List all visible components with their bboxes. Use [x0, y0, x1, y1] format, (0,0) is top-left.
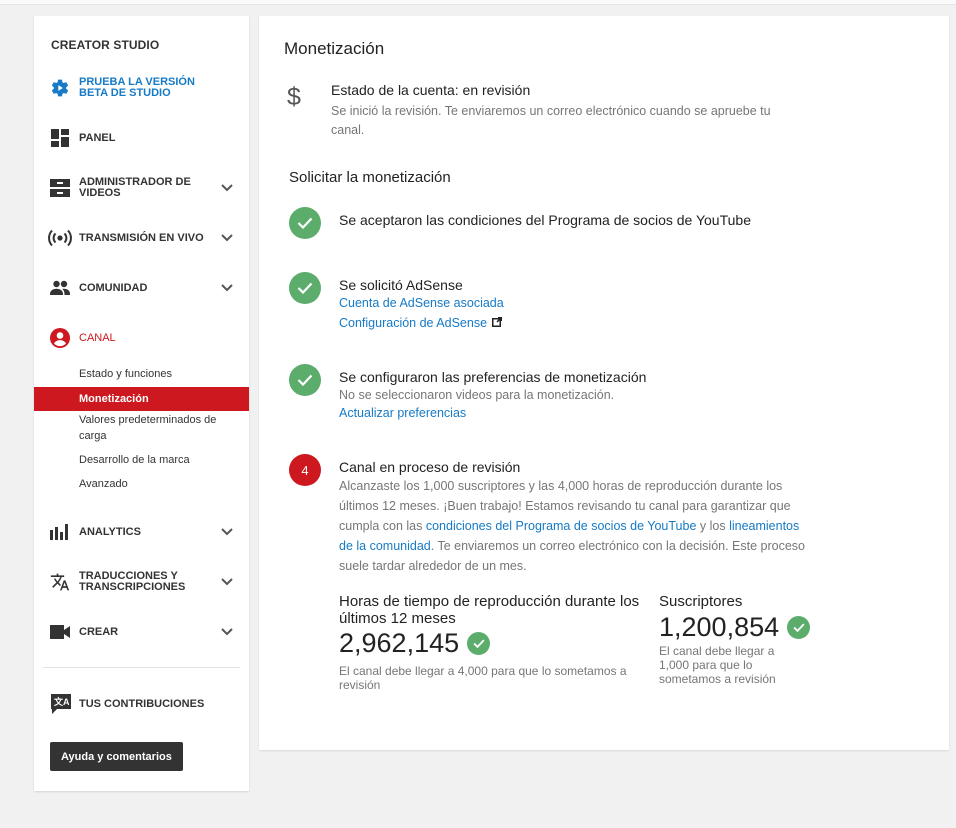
- sidebar-subitem-upload-defaults[interactable]: Valores predeterminados de carga: [34, 412, 249, 444]
- sidebar-item-channel[interactable]: CANAL: [34, 328, 249, 348]
- sidebar-item-label: CREAR: [79, 626, 119, 638]
- video-manager-icon: [50, 178, 70, 198]
- sidebar-item-panel[interactable]: PANEL: [34, 128, 249, 148]
- sidebar-item-label: ADMINISTRADOR DE VIDEOS: [79, 176, 191, 199]
- sidebar-item-videos[interactable]: ADMINISTRADOR DE VIDEOS: [34, 175, 249, 201]
- watch-hours-note: El canal debe llegar a 4,000 para que lo…: [339, 664, 627, 692]
- sidebar-item-label: TRADUCCIONES Y TRANSCRIPCIONES: [79, 570, 186, 593]
- chevron-down-icon[interactable]: [220, 181, 234, 195]
- video-camera-icon: [50, 622, 70, 642]
- contributions-icon: 文A: [50, 693, 72, 715]
- sidebar-title: CREATOR STUDIO: [51, 38, 160, 52]
- people-icon: [50, 278, 70, 298]
- check-circle-icon: [289, 364, 321, 396]
- subscribers-note: El canal debe llegar a 1,000 para que lo…: [659, 644, 776, 686]
- sidebar-item-live[interactable]: TRANSMISIÓN EN VIVO: [34, 228, 249, 248]
- section-title: Solicitar la monetización: [289, 169, 451, 186]
- step-2-title: Se solicitó AdSense: [339, 277, 463, 293]
- help-feedback-button[interactable]: Ayuda y comentarios: [50, 742, 183, 771]
- chevron-down-icon[interactable]: [220, 231, 234, 245]
- chevron-down-icon[interactable]: [220, 575, 234, 589]
- check-circle-icon: [467, 632, 491, 655]
- step-3-description: No se seleccionaron videos para la monet…: [339, 388, 615, 402]
- sidebar-subitem-monetization[interactable]: Monetización: [34, 387, 249, 411]
- partner-program-terms-link[interactable]: condiciones del Programa de socios de Yo…: [426, 519, 697, 533]
- sidebar-subitem-advanced[interactable]: Avanzado: [34, 476, 249, 492]
- subscribers-label: Suscriptores: [659, 593, 743, 610]
- chevron-down-icon[interactable]: [220, 625, 234, 639]
- sidebar-item-label: CANAL: [79, 332, 116, 344]
- check-circle-icon: [289, 207, 321, 239]
- check-circle-icon: [289, 272, 321, 304]
- step-4-text-b: y los: [696, 519, 730, 533]
- page-title: Monetización: [284, 39, 385, 58]
- sidebar-item-label: COMUNIDAD: [79, 282, 148, 294]
- subscribers-value: 1,200,854: [659, 612, 780, 642]
- sidebar-item-contributions[interactable]: 文A TUS CONTRIBUCIONES: [34, 693, 249, 715]
- adsense-account-link[interactable]: Cuenta de AdSense asociada: [339, 296, 504, 310]
- gear-icon: [50, 78, 70, 98]
- sidebar-item-community[interactable]: COMUNIDAD: [34, 278, 249, 298]
- sidebar-item-label: TUS CONTRIBUCIONES: [79, 698, 205, 710]
- step-4-title: Canal en proceso de revisión: [339, 459, 521, 475]
- sidebar-item-label: TRANSMISIÓN EN VIVO: [79, 232, 204, 244]
- svg-text:文A: 文A: [53, 696, 70, 707]
- sidebar-item-label: PRUEBA LA VERSIÓN BETA DE STUDIO: [79, 76, 195, 99]
- watch-hours-value-row: 2,962,145: [339, 628, 491, 659]
- update-preferences-link[interactable]: Actualizar preferencias: [339, 406, 466, 420]
- adsense-settings-link[interactable]: Configuración de AdSense: [339, 316, 503, 330]
- live-broadcast-icon: [48, 228, 72, 248]
- dashboard-icon: [50, 128, 70, 148]
- watch-hours-value: 2,962,145: [339, 628, 460, 658]
- adsense-settings-label: Configuración de AdSense: [339, 316, 488, 330]
- sidebar-divider: [43, 667, 240, 668]
- sidebar-item-label: PANEL: [79, 132, 116, 144]
- sidebar-item-translations[interactable]: TRADUCCIONES Y TRANSCRIPCIONES: [34, 569, 249, 595]
- sidebar-item-beta[interactable]: PRUEBA LA VERSIÓN BETA DE STUDIO: [34, 74, 249, 102]
- chevron-down-icon[interactable]: [220, 281, 234, 295]
- sidebar-item-label: ANALYTICS: [79, 526, 141, 538]
- step-4-description: Alcanzaste los 1,000 suscriptores y las …: [339, 476, 814, 576]
- step-number-badge: 4: [289, 454, 321, 486]
- main-content: Monetización $ Estado de la cuenta: en r…: [259, 16, 949, 750]
- sidebar-subitem-branding[interactable]: Desarrollo de la marca: [34, 452, 249, 468]
- check-circle-icon: [787, 616, 811, 639]
- watch-hours-label: Horas de tiempo de reproducción durante …: [339, 593, 640, 627]
- step-1-title: Se aceptaron las condiciones del Program…: [339, 212, 751, 228]
- sidebar-subitem-status[interactable]: Estado y funciones: [34, 366, 249, 382]
- account-status-description: Se inició la revisión. Te enviaremos un …: [331, 104, 771, 137]
- external-link-icon: [492, 316, 503, 330]
- dollar-icon: $: [287, 83, 301, 111]
- bar-chart-icon: [50, 522, 70, 542]
- top-bar: [0, 0, 956, 5]
- subscribers-value-row: 1,200,854: [659, 612, 811, 643]
- chevron-down-icon[interactable]: [220, 525, 234, 539]
- translate-icon: [50, 572, 70, 592]
- sidebar-item-analytics[interactable]: ANALYTICS: [34, 522, 249, 542]
- step-3-title: Se configuraron las preferencias de mone…: [339, 369, 647, 385]
- account-status: Estado de la cuenta: en revisión: [331, 82, 531, 98]
- account-circle-icon: [50, 328, 70, 348]
- sidebar-item-create[interactable]: CREAR: [34, 622, 249, 642]
- sidebar: CREATOR STUDIO PRUEBA LA VERSIÓN BETA DE…: [34, 16, 249, 791]
